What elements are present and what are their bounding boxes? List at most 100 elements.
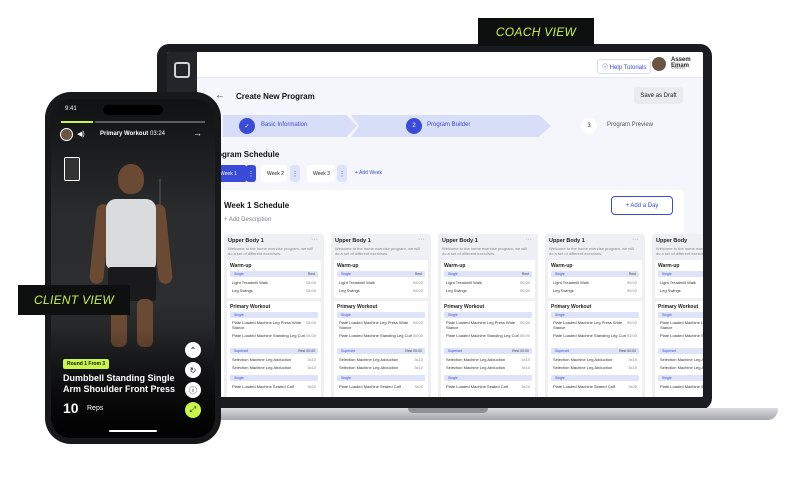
speaker-icon[interactable]: ◀) — [77, 130, 85, 138]
day-menu-icon[interactable]: ··· — [525, 236, 532, 243]
superset-pill[interactable]: SupersetRest 00:00 — [230, 348, 318, 354]
video-thumbnail[interactable] — [64, 157, 80, 181]
single-pill[interactable]: Single — [658, 312, 703, 318]
exercise-item[interactable]: Leg Swings — [660, 288, 703, 293]
user-role: Owner — [671, 65, 686, 71]
exercise-item[interactable]: Plate Loaded Machine Seated Calf — [660, 384, 703, 389]
single-pill[interactable]: Single — [551, 312, 639, 318]
save-draft-button[interactable]: Save as Draft — [634, 87, 683, 104]
progress-segment-active — [61, 121, 93, 123]
info-icon[interactable]: ⓘ — [185, 382, 201, 398]
add-description-button[interactable]: + Add Description — [224, 217, 271, 223]
tab-week-2[interactable]: Week 2 — [261, 165, 287, 182]
single-pill[interactable]: Single — [551, 375, 639, 381]
exercise-item[interactable]: Plate Loaded Machine Standing Leg Curl — [232, 333, 307, 338]
superset-pill[interactable]: SupersetRest 00:00 — [658, 348, 703, 354]
exercise-item[interactable]: Selection Machine Leg Abduction — [553, 365, 628, 370]
superset-pill[interactable]: SupersetRest 00:00 — [337, 348, 425, 354]
exercise-item[interactable]: Plate Loaded Machine Seated Calf — [339, 384, 414, 389]
week3-menu-icon[interactable]: ⋮ — [337, 165, 347, 182]
single-pill[interactable]: Single — [444, 312, 532, 318]
single-pill[interactable]: SingleRest — [658, 271, 703, 277]
week1-menu-icon[interactable]: ⋮ — [246, 165, 256, 182]
exercise-item[interactable]: Light Treadmill Walk — [553, 280, 628, 285]
add-week-button[interactable]: + Add Week — [355, 170, 382, 176]
swap-icon[interactable]: ↻ — [185, 362, 201, 378]
help-tutorials-button[interactable]: ⓘ Help Tutorials — [597, 59, 652, 74]
exercise-item[interactable]: Light Treadmill Walk — [232, 280, 307, 285]
exercise-item[interactable]: Leg Swings — [553, 288, 628, 293]
exercise-item[interactable]: Selection Machine Leg Abduction — [446, 365, 521, 370]
single-pill[interactable]: Single — [658, 375, 703, 381]
day-description: Welcome to the home exercise program, we… — [442, 246, 527, 256]
tab-week-3[interactable]: Week 3 — [307, 165, 335, 182]
exercise-item[interactable]: Selection Machine Leg Adduction — [339, 357, 414, 362]
exercise-item[interactable]: Plate Loaded Machine Leg Press Wide Stan… — [232, 320, 307, 330]
exercise-item[interactable]: Plate Loaded Machine Leg Press Wide Stan… — [446, 320, 521, 330]
exercise-item[interactable]: Light Treadmill Walk — [339, 280, 414, 285]
exercise-item[interactable]: Plate Loaded Machine Leg Press Wide Stan… — [553, 320, 628, 330]
superset-pill[interactable]: SupersetRest 00:00 — [551, 348, 639, 354]
exercise-item[interactable]: Plate Loaded Machine Leg Press Wide Stan… — [660, 320, 703, 330]
day-menu-icon[interactable]: ··· — [311, 236, 318, 243]
pill-label: Single — [234, 272, 244, 276]
exercise-item[interactable]: Plate Loaded Machine Standing Leg Curl — [660, 333, 703, 338]
exercise-item[interactable]: Plate Loaded Machine Leg Press Wide Stan… — [339, 320, 414, 330]
single-pill[interactable]: SingleRest — [444, 271, 532, 277]
marketing-mockup: COACH VIEW ⓘ Help Tutorials Assem Emam O… — [0, 0, 801, 485]
exercise-value: 05:00 — [626, 280, 637, 285]
home-indicator — [109, 430, 157, 432]
single-pill[interactable]: Single — [230, 312, 318, 318]
exercise-item[interactable]: Plate Loaded Machine Standing Leg Curl — [339, 333, 414, 338]
coach-view-label: COACH VIEW — [495, 25, 577, 39]
pill-rest: Rest 00:00 — [298, 349, 315, 353]
exercise-item[interactable]: Plate Loaded Machine Seated Calf — [553, 384, 628, 389]
exercise-item[interactable]: Selection Machine Leg Adduction — [232, 357, 307, 362]
back-arrow-icon[interactable]: ← — [215, 90, 225, 101]
exercise-item[interactable]: Selection Machine Leg Adduction — [660, 357, 703, 362]
exercise-item[interactable]: Plate Loaded Machine Standing Leg Curl — [446, 333, 521, 338]
day-menu-icon[interactable]: ··· — [632, 236, 639, 243]
exercise-item[interactable]: Leg Swings — [232, 288, 307, 293]
exercise-item[interactable]: Leg Swings — [339, 288, 414, 293]
single-pill[interactable]: Single — [337, 375, 425, 381]
round-badge: Round 1 From 3 — [63, 359, 110, 369]
single-pill[interactable]: Single — [337, 312, 425, 318]
exercise-value: 3x10 — [307, 365, 316, 370]
add-day-button[interactable]: + Add a Day — [611, 196, 673, 215]
day-menu-icon[interactable]: ··· — [418, 236, 425, 243]
exercise-item[interactable]: Plate Loaded Machine Seated Calf — [232, 384, 307, 389]
superset-pill[interactable]: SupersetRest 00:00 — [444, 348, 532, 354]
pill-rest: Rest — [307, 272, 315, 276]
single-pill[interactable]: Single — [444, 375, 532, 381]
single-pill[interactable]: Single Rest — [230, 271, 318, 277]
pill-label: Single — [448, 376, 458, 380]
exercise-item[interactable]: Selection Machine Leg Adduction — [553, 357, 628, 362]
exercise-item[interactable]: Leg Swings — [446, 288, 521, 293]
exercise-item[interactable]: Selection Machine Leg Abduction — [232, 365, 307, 370]
next-arrow-icon[interactable]: → — [193, 128, 202, 138]
athlete-tank-top — [106, 199, 156, 269]
exercise-item[interactable]: Selection Machine Leg Adduction — [446, 357, 521, 362]
exercise-item[interactable]: Selection Machine Leg Abduction — [339, 365, 414, 370]
day-column: Upper Body 1 ··· Welcome to the home exe… — [545, 234, 645, 397]
week2-menu-icon[interactable]: ⋮ — [290, 165, 300, 182]
exercise-value: 3x10 — [628, 357, 637, 362]
single-pill[interactable]: Single — [230, 375, 318, 381]
exercise-item[interactable]: Light Treadmill Walk — [446, 280, 521, 285]
avatar[interactable] — [60, 128, 73, 141]
single-pill[interactable]: SingleRest — [337, 271, 425, 277]
single-pill[interactable]: SingleRest — [551, 271, 639, 277]
pill-rest: Rest — [414, 272, 422, 276]
avatar[interactable] — [652, 57, 666, 71]
exercise-value: 05:00 — [519, 320, 530, 325]
logo-icon[interactable] — [174, 62, 190, 78]
day-description: Welcome to the home exercise program, we… — [228, 246, 313, 256]
exercise-value: 3x10 — [414, 365, 423, 370]
expand-icon[interactable]: ⤢ — [185, 402, 201, 418]
exercise-item[interactable]: Plate Loaded Machine Standing Leg Curl — [553, 333, 628, 338]
exercise-item[interactable]: Plate Loaded Machine Seated Calf — [446, 384, 521, 389]
collapse-chevron-icon[interactable]: ⌃ — [185, 342, 201, 358]
exercise-item[interactable]: Light Treadmill Walk — [660, 280, 703, 285]
exercise-item[interactable]: Selection Machine Leg Abduction — [660, 365, 703, 370]
